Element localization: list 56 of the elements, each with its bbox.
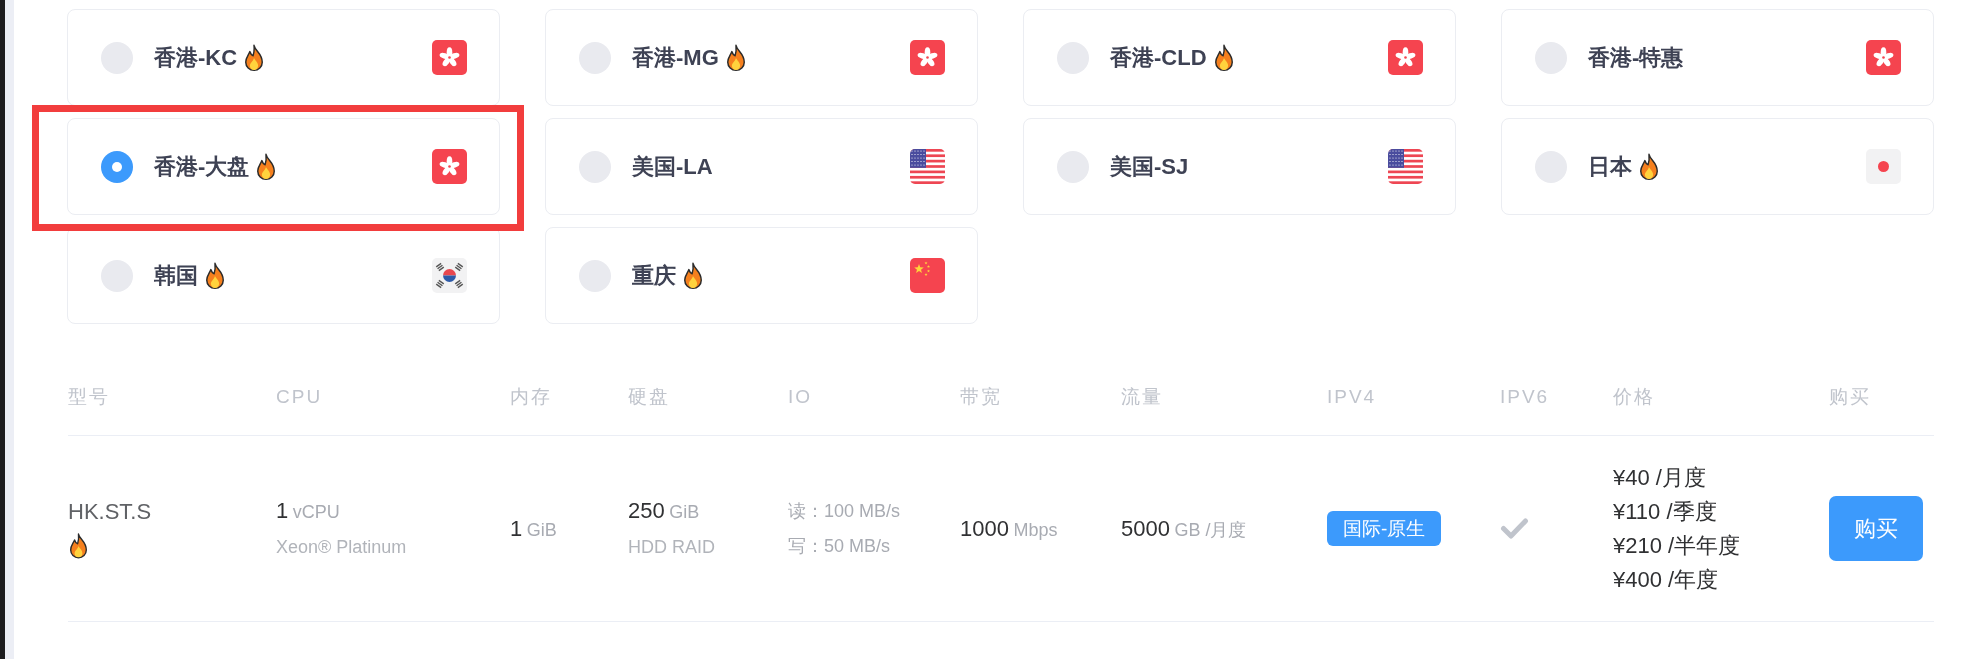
location-option[interactable]: 香港-KC	[67, 9, 500, 106]
column-header: 购买	[1829, 385, 1871, 410]
flag-icon	[1866, 149, 1901, 184]
price: ¥110 /季度	[1613, 497, 1717, 526]
location-label: 香港-MG	[632, 44, 719, 72]
column-header: CPU	[276, 385, 323, 410]
column-header: 价格	[1613, 385, 1655, 410]
flag-icon	[432, 149, 467, 184]
flag-icon	[432, 40, 467, 75]
disk-size: 250 GiB	[628, 496, 700, 525]
cpu-count: 1 vCPU	[276, 496, 340, 525]
flag-icon	[910, 258, 945, 293]
location-label: 日本	[1588, 153, 1632, 181]
column-header: 流量	[1121, 385, 1163, 410]
radio-button[interactable]	[101, 150, 133, 183]
flag-icon	[1388, 149, 1423, 184]
flag-icon	[432, 258, 467, 293]
location-option[interactable]: 香港-特惠	[1501, 9, 1934, 106]
column-header: 硬盘	[628, 385, 670, 410]
location-label: 香港-KC	[154, 44, 238, 72]
flag-icon	[910, 149, 945, 184]
column-header: IPV4	[1327, 385, 1377, 410]
location-label: 香港-特惠	[1588, 44, 1684, 72]
location-option[interactable]: 日本	[1501, 118, 1934, 215]
price: ¥40 /月度	[1613, 463, 1706, 492]
location-option[interactable]: 香港-CLD	[1023, 9, 1456, 106]
column-header: IO	[788, 385, 813, 410]
flag-icon	[1866, 40, 1901, 75]
model-name: HK.ST.S	[68, 497, 152, 526]
location-option[interactable]: 美国-LA	[545, 118, 978, 215]
location-label: 美国-LA	[632, 153, 713, 181]
flag-icon	[910, 40, 945, 75]
location-label: 韩国	[154, 262, 198, 290]
location-option[interactable]: 重庆	[545, 227, 978, 324]
location-label: 美国-SJ	[1110, 153, 1189, 181]
flag-icon	[1388, 40, 1423, 75]
disk-type: HDD RAID	[628, 535, 715, 559]
location-option[interactable]: 美国-SJ	[1023, 118, 1456, 215]
location-label: 香港-CLD	[1110, 44, 1207, 72]
location-label: 重庆	[632, 262, 676, 290]
location-option[interactable]: 香港-大盘	[67, 118, 500, 215]
io-speed: 读：100 MB/s	[788, 499, 901, 523]
ip-type-tag: 国际-原生	[1327, 511, 1442, 546]
io-speed: 写：50 MB/s	[788, 534, 891, 558]
bandwidth: 1000 Mbps	[960, 515, 1058, 543]
column-header: IPV6	[1500, 385, 1550, 410]
location-label: 香港-大盘	[154, 153, 250, 181]
price: ¥210 /半年度	[1613, 531, 1741, 560]
cpu-model: Xeon® Platinum	[276, 535, 407, 559]
column-header: 型号	[68, 385, 110, 410]
location-option[interactable]: 香港-MG	[545, 9, 978, 106]
memory-size: 1 GiB	[510, 515, 557, 543]
column-header: 带宽	[960, 385, 1002, 410]
column-header: 内存	[510, 385, 552, 410]
price: ¥400 /年度	[1613, 565, 1719, 594]
traffic-quota: 5000 GB /月度	[1121, 515, 1247, 543]
